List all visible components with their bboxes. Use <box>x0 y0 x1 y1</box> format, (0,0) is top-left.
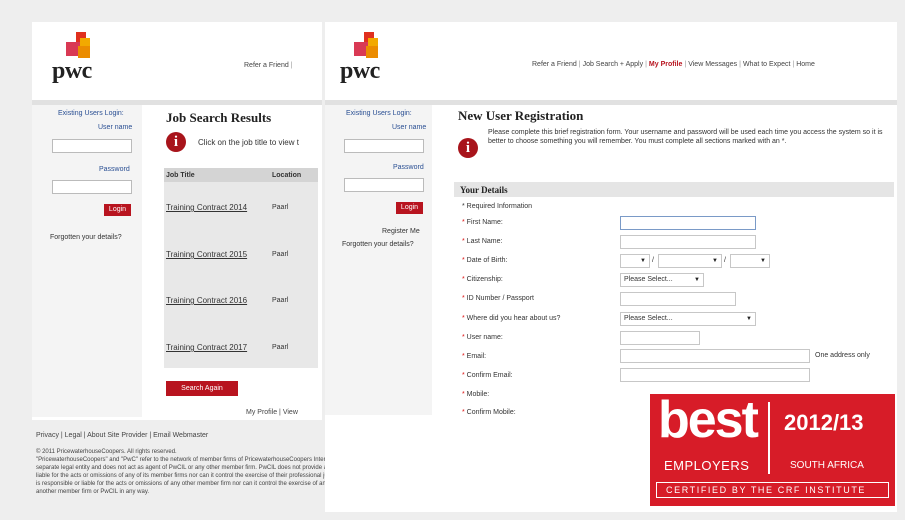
job-location: Paarl <box>272 297 289 304</box>
username-input[interactable] <box>52 139 132 153</box>
info-icon: i <box>458 138 478 158</box>
last-name-label: * Last Name: <box>462 238 503 245</box>
username-label: User name <box>392 124 427 131</box>
password-input[interactable] <box>52 180 132 194</box>
last-name-input[interactable] <box>620 235 756 249</box>
email-input[interactable] <box>620 349 810 363</box>
col-location: Location <box>272 172 302 179</box>
right-pwc-logo[interactable]: pwc <box>340 32 400 84</box>
confirm-mobile-label: * Confirm Mobile: <box>462 409 516 416</box>
results-table <box>164 168 318 368</box>
nav-what-to-expect[interactable]: What to Expect <box>743 61 790 68</box>
logo-text: pwc <box>52 58 92 84</box>
job-link-2014[interactable]: Training Contract 2014 <box>166 203 247 212</box>
pwc-blocks-icon <box>66 32 90 58</box>
registration-intro: Please complete this brief registration … <box>488 129 883 145</box>
confirm-email-label: * Confirm Email: <box>462 372 513 379</box>
footer-links[interactable]: Privacy | Legal | About Site Provider | … <box>36 432 208 439</box>
where-heard-select[interactable]: Please Select... ▼ <box>620 312 756 326</box>
left-header-nav: Refer a Friend | <box>244 62 293 69</box>
your-details-title: Your Details <box>460 185 508 195</box>
badge-year: 2012/13 <box>784 410 864 435</box>
nav-refer-friend[interactable]: Refer a Friend <box>244 62 289 69</box>
your-details-header <box>454 182 894 197</box>
registration-title: New User Registration <box>458 108 584 123</box>
job-location: Paarl <box>272 204 289 211</box>
email-label: * Email: <box>462 353 487 360</box>
job-location: Paarl <box>272 344 289 351</box>
where-heard-label: * Where did you hear about us? <box>462 315 561 322</box>
pwc-blocks-icon <box>354 32 378 58</box>
username-reg-input[interactable] <box>620 331 700 345</box>
left-pwc-logo[interactable]: pwc <box>52 32 112 84</box>
logo-text: pwc <box>340 58 380 84</box>
right-header-nav: Refer a Friend | Job Search + Apply | My Pro… <box>532 61 815 68</box>
nav-my-profile[interactable]: My Profile <box>649 61 682 68</box>
mobile-label: * Mobile: <box>462 391 490 398</box>
login-button[interactable]: Login <box>396 202 423 214</box>
badge-employers: EMPLOYERS <box>664 458 750 473</box>
job-link-2016[interactable]: Training Contract 2016 <box>166 296 247 305</box>
job-link-2015[interactable]: Training Contract 2015 <box>166 250 247 259</box>
forgotten-details-link[interactable]: Forgotten your details? <box>50 234 122 241</box>
login-title: Existing Users Login: <box>58 110 124 117</box>
password-label: Password <box>99 166 130 173</box>
search-again-button[interactable]: Search Again <box>166 381 238 396</box>
password-input[interactable] <box>344 178 424 192</box>
confirm-email-input[interactable] <box>620 368 810 382</box>
col-job-title: Job Title <box>166 172 195 179</box>
dob-separator: / <box>724 257 726 264</box>
dob-label: * Date of Birth: <box>462 257 508 264</box>
email-hint: One address only <box>815 352 870 359</box>
badge-region: SOUTH AFRICA <box>790 460 864 471</box>
nav-refer-friend[interactable]: Refer a Friend <box>532 61 577 68</box>
nav-job-search-apply[interactable]: Job Search + Apply <box>583 61 644 68</box>
login-title: Existing Users Login: <box>346 110 412 117</box>
job-location: Paarl <box>272 251 289 258</box>
register-me-link[interactable]: Register Me <box>382 228 420 235</box>
citizenship-select[interactable]: Please Select... ▼ <box>620 273 704 287</box>
username-reg-label: * User name: <box>462 334 503 341</box>
forgotten-details-link[interactable]: Forgotten your details? <box>342 241 414 248</box>
id-number-input[interactable] <box>620 292 736 306</box>
nav-home[interactable]: Home <box>796 61 815 68</box>
password-label: Password <box>393 164 424 171</box>
best-employers-badge: best 2012/13 EMPLOYERS SOUTH AFRICA CERT… <box>650 391 895 506</box>
dob-separator: / <box>652 257 654 264</box>
results-info-text: Click on the job title to view t <box>198 138 299 147</box>
username-input[interactable] <box>344 139 424 153</box>
dob-month-select[interactable]: ▼ <box>658 254 722 268</box>
info-icon: i <box>166 132 186 152</box>
first-name-label: * First Name: <box>462 219 503 226</box>
username-label: User name <box>98 124 133 131</box>
nav-view-messages[interactable]: View Messages <box>688 61 737 68</box>
id-number-label: * ID Number / Passport <box>462 295 534 302</box>
job-link-2017[interactable]: Training Contract 2017 <box>166 343 247 352</box>
bottom-links[interactable]: My Profile | View <box>246 409 298 416</box>
citizenship-label: * Citizenship: <box>462 276 503 283</box>
dob-day-select[interactable]: ▼ <box>620 254 650 268</box>
badge-divider <box>768 402 770 474</box>
badge-best-word: best <box>658 391 759 449</box>
job-search-results-title: Job Search Results <box>166 110 272 125</box>
dob-year-select[interactable]: ▼ <box>730 254 770 268</box>
login-button[interactable]: Login <box>104 204 131 216</box>
badge-certified: CERTIFIED BY THE CRF INSTITUTE <box>666 485 867 495</box>
required-info-note: * Required Information <box>462 203 533 210</box>
first-name-input[interactable] <box>620 216 756 230</box>
